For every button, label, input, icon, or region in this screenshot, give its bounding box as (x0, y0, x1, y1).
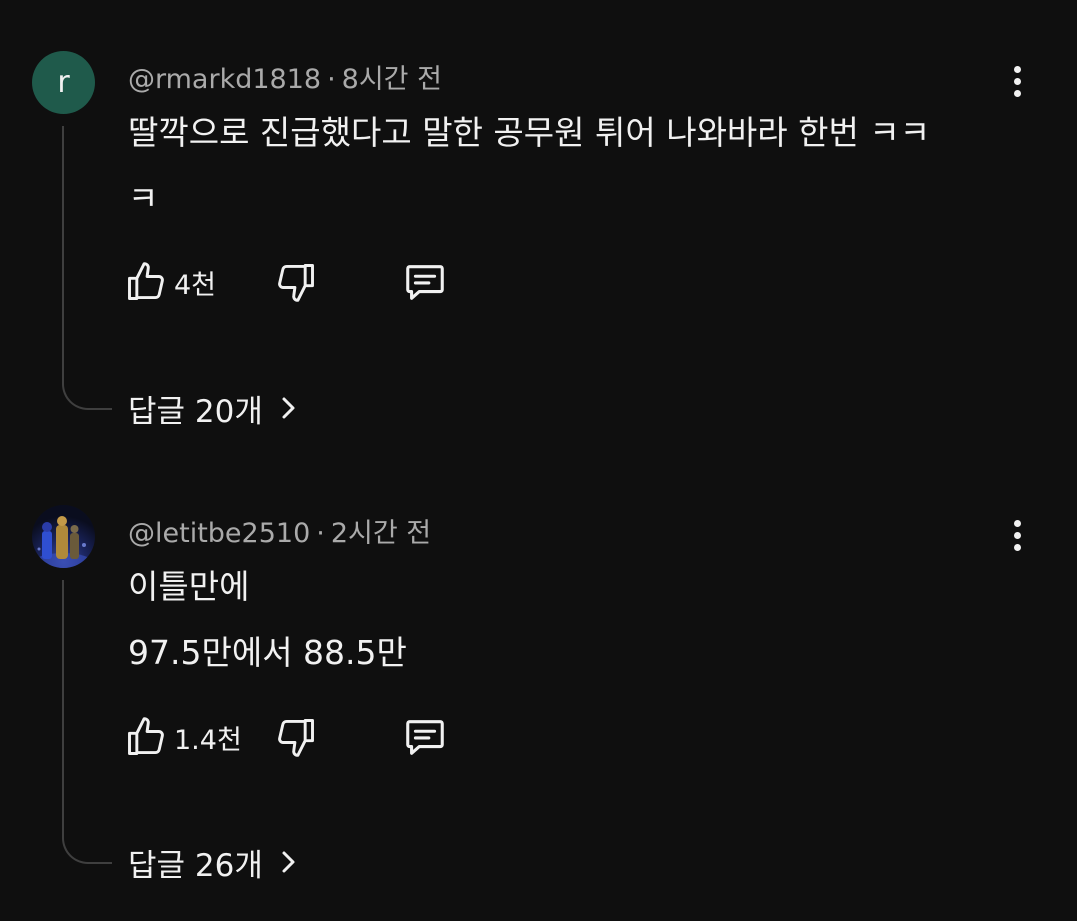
comment-icon (406, 265, 444, 300)
avatar[interactable] (32, 505, 95, 568)
comment-line: ㅋ (128, 179, 159, 218)
dislike-button[interactable] (274, 715, 402, 759)
thread-line (62, 126, 112, 410)
thread-line (62, 580, 112, 864)
comment-icon (406, 720, 444, 755)
more-vert-icon-dot (1013, 65, 1021, 73)
avatar[interactable]: r (32, 51, 95, 114)
more-options-button[interactable] (1000, 59, 1034, 103)
thumbs-up-icon (128, 262, 164, 300)
comment-line: 97.5만에서 88.5만 (128, 633, 407, 672)
more-vert-icon-dot (1013, 89, 1021, 97)
comment-time: 2시간 전 (330, 518, 432, 549)
meta-separator: · (316, 518, 325, 549)
comment-meta: @rmarkd1818 · 8시간 전 (128, 57, 442, 96)
author-handle[interactable]: @letitbe2510 (128, 518, 310, 549)
author-handle[interactable]: @rmarkd1818 (128, 64, 321, 95)
more-vert-icon-dot (1013, 519, 1021, 527)
comment-line: 이틀만에 (128, 567, 250, 606)
like-count: 1.4천 (174, 724, 242, 756)
more-options-button[interactable] (1000, 513, 1034, 557)
chevron-right-icon (279, 848, 299, 876)
more-vert-icon-dot (1013, 543, 1021, 551)
comment: @letitbe2510 · 2시간 전 이틀만에 97.5만에서 88.5만 1.… (0, 460, 1077, 921)
avatar-letter: r (57, 65, 70, 100)
meta-separator: · (327, 64, 336, 95)
thumbs-down-icon (278, 719, 314, 757)
comment-actions: 4천 (124, 258, 448, 306)
comment-time: 8시간 전 (341, 64, 442, 95)
view-replies-button[interactable]: 답글 20개 (128, 383, 299, 433)
like-button[interactable]: 1.4천 (124, 715, 274, 759)
comment: r @rmarkd1818 · 8시간 전 딸깍으로 진급했다고 말한 공무원 튀어… (0, 0, 1077, 460)
comment-actions: 1.4천 (124, 713, 448, 761)
replies-label: 답글 26개 (128, 847, 263, 884)
chevron-right-icon (279, 394, 299, 422)
like-count: 4천 (174, 269, 217, 301)
dislike-button[interactable] (274, 260, 402, 304)
avatar-photo-icon (33, 516, 93, 568)
comment-meta: @letitbe2510 · 2시간 전 (128, 511, 431, 550)
thumbs-up-icon (128, 717, 164, 755)
thumbs-down-icon (278, 264, 314, 302)
more-vert-icon-dot (1013, 531, 1021, 539)
like-button[interactable]: 4천 (124, 260, 274, 304)
reply-button[interactable] (402, 259, 448, 305)
more-vert-icon-dot (1013, 77, 1021, 85)
replies-label: 답글 20개 (128, 393, 263, 430)
comment-text: 딸깍으로 진급했다고 말한 공무원 튀어 나와바라 한번 ㅋㅋ ㅋ (128, 100, 1008, 232)
comment-line: 딸깍으로 진급했다고 말한 공무원 튀어 나와바라 한번 ㅋㅋ (128, 113, 931, 152)
reply-button[interactable] (402, 714, 448, 760)
view-replies-button[interactable]: 답글 26개 (128, 837, 299, 887)
comment-text: 이틀만에 97.5만에서 88.5만 (128, 554, 1008, 686)
